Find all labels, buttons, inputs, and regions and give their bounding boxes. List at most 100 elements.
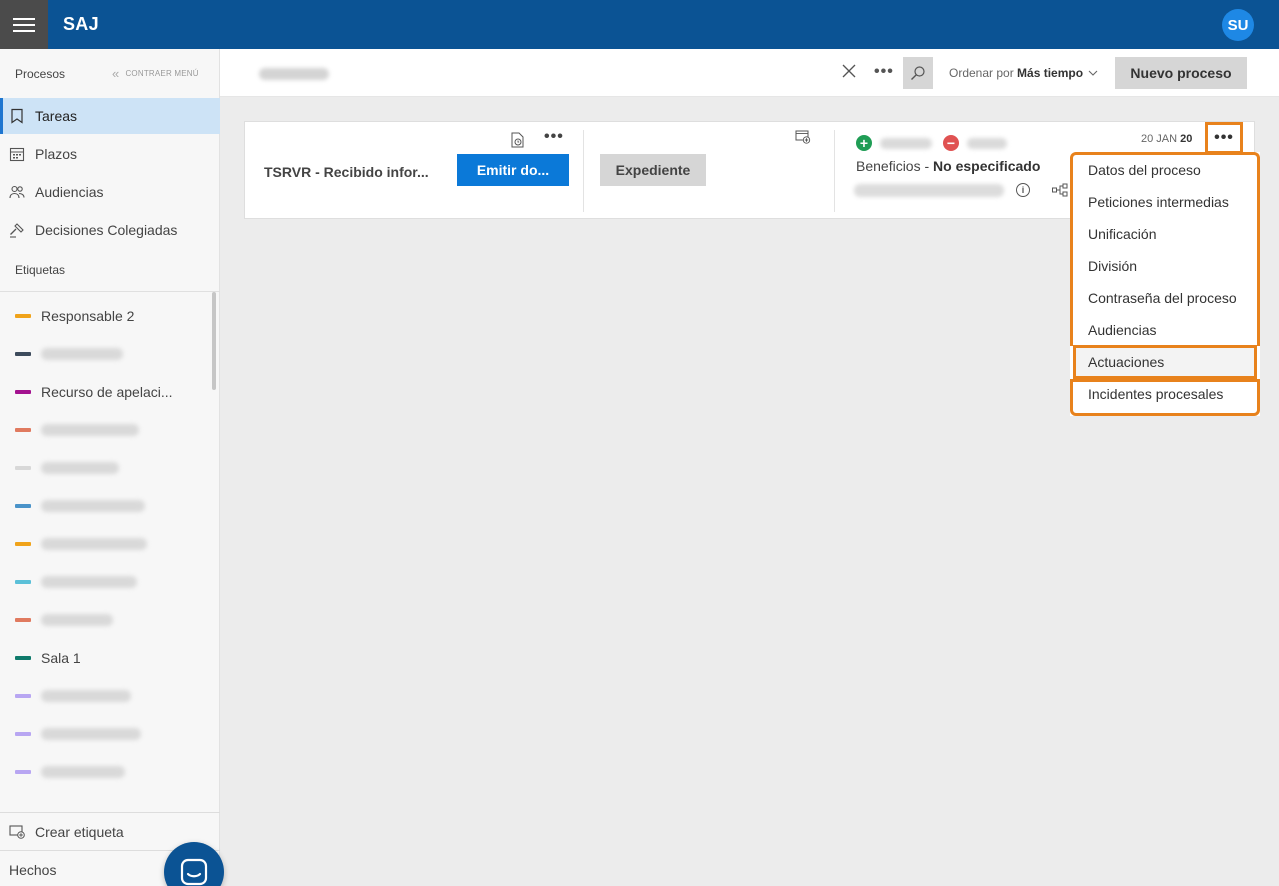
search-input[interactable] [251, 57, 831, 89]
redacted-label [41, 614, 113, 626]
minus-circle-icon[interactable]: − [943, 135, 959, 151]
sidebar-header: Procesos [15, 67, 66, 81]
divider [0, 291, 220, 292]
redacted-label [41, 728, 141, 740]
redacted-label [41, 690, 131, 702]
collapse-menu-label: CONTRAER MENÚ [125, 69, 199, 78]
sidebar-item-tareas[interactable]: Tareas [0, 98, 220, 134]
sidebar-item-label: Plazos [35, 146, 78, 162]
search-button[interactable] [903, 57, 933, 89]
tag-color-swatch [15, 542, 31, 546]
tag-label: Sala 1 [41, 650, 81, 666]
menu-item-incidentes-procesales[interactable]: Incidentes procesales [1088, 386, 1223, 402]
order-by-prefix: Ordenar por [949, 66, 1014, 80]
tag-color-swatch [15, 580, 31, 584]
sidebar: Procesos « CONTRAER MENÚ Tareas Plazos A… [0, 49, 224, 886]
app-title[interactable]: SAJ [63, 14, 99, 35]
avatar[interactable]: SU [1222, 9, 1254, 41]
sidebar-item-plazos[interactable]: Plazos [0, 136, 220, 172]
chat-icon [180, 858, 208, 886]
benefits-value: No especificado [933, 158, 1041, 174]
order-by-dropdown[interactable]: Ordenar por Más tiempo [949, 66, 1098, 80]
more-options-icon[interactable]: ••• [544, 128, 564, 146]
close-icon[interactable] [841, 63, 857, 79]
tag-color-swatch [15, 428, 31, 432]
sidebar-item-label: Audiencias [35, 184, 104, 200]
tag-item[interactable]: Recurso de apelaci... [0, 373, 212, 411]
tag-item[interactable] [0, 715, 212, 753]
card-more-options-button[interactable]: ••• [1205, 122, 1243, 154]
divider [834, 130, 835, 212]
tag-item[interactable] [0, 563, 212, 601]
tag-item[interactable]: Responsable 2 [0, 297, 212, 335]
tag-item[interactable]: Sala 1 [0, 639, 212, 677]
menu-item-contrasena-del-proceso[interactable]: Contraseña del proceso [1088, 290, 1237, 306]
tag-item[interactable] [0, 525, 212, 563]
tag-item[interactable] [0, 487, 212, 525]
hierarchy-icon[interactable] [1052, 182, 1068, 198]
double-chevron-left-icon: « [112, 66, 120, 81]
redacted-label [41, 766, 125, 778]
sidebar-item-decisiones-colegiadas[interactable]: Decisiones Colegiadas [0, 212, 220, 248]
plus-circle-icon[interactable]: + [856, 135, 872, 151]
top-bar: SAJ SU [0, 0, 1279, 49]
gavel-icon [10, 223, 24, 238]
tag-color-swatch [15, 694, 31, 698]
hamburger-icon[interactable] [0, 0, 48, 49]
add-tag-icon [9, 825, 25, 839]
redacted-label [41, 576, 137, 588]
redacted-label [41, 424, 139, 436]
redacted-text [854, 184, 1004, 197]
tag-item[interactable] [0, 335, 212, 373]
tag-item[interactable] [0, 753, 212, 791]
date-day-month: 20 JAN [1141, 133, 1178, 145]
search-icon [911, 66, 925, 80]
redacted-label [41, 500, 145, 512]
tag-label: Recurso de apelaci... [41, 384, 173, 400]
menu-item-unificacion[interactable]: Unificación [1088, 226, 1156, 242]
info-icon[interactable]: i [1016, 183, 1030, 197]
redacted-label [41, 348, 123, 360]
tag-item[interactable] [0, 677, 212, 715]
order-by-value: Más tiempo [1017, 66, 1084, 80]
sidebar-item-hechos[interactable]: Hechos [9, 862, 56, 878]
sidebar-item-label: Decisiones Colegiadas [35, 222, 178, 238]
redacted-text [880, 138, 932, 149]
new-process-button[interactable]: Nuevo proceso [1115, 57, 1247, 89]
redacted-label [41, 462, 119, 474]
sidebar-scrollbar[interactable] [212, 292, 216, 390]
collapse-menu-button[interactable]: « CONTRAER MENÚ [112, 66, 199, 81]
benefits-text: Beneficios - No especificado [856, 158, 1040, 174]
add-window-icon[interactable] [795, 129, 811, 145]
menu-item-audiencias[interactable]: Audiencias [1088, 322, 1157, 338]
menu-item-peticiones-intermedias[interactable]: Peticiones intermedias [1088, 194, 1229, 210]
redacted-text [967, 138, 1007, 149]
tag-color-swatch [15, 390, 31, 394]
tag-item[interactable] [0, 411, 212, 449]
tag-color-swatch [15, 770, 31, 774]
emit-document-button[interactable]: Emitir do... [457, 154, 569, 186]
toolbar: ••• Ordenar por Más tiempo Nuevo proceso [220, 49, 1279, 97]
tag-color-swatch [15, 732, 31, 736]
more-options-icon[interactable]: ••• [874, 63, 894, 81]
date-year: 20 [1180, 133, 1193, 145]
tag-item[interactable] [0, 449, 212, 487]
expediente-button[interactable]: Expediente [600, 154, 706, 186]
menu-item-datos-del-proceso[interactable]: Datos del proceso [1088, 162, 1201, 178]
process-date: 20 JAN 20 [1141, 133, 1192, 145]
tag-color-swatch [15, 352, 31, 356]
tag-color-swatch [15, 504, 31, 508]
tags-list: Responsable 2 Recurso de apelaci... Sala… [0, 297, 212, 807]
document-clock-icon[interactable] [511, 132, 525, 148]
tag-color-swatch [15, 618, 31, 622]
process-title[interactable]: TSRVR - Recibido infor... [264, 164, 429, 180]
tag-item[interactable] [0, 601, 212, 639]
people-icon [9, 185, 25, 199]
redacted-label [41, 538, 147, 550]
search-box [251, 57, 861, 89]
tags-section-title: Etiquetas [15, 263, 66, 277]
menu-highlight-frame [1070, 152, 1260, 346]
sidebar-item-audiencias[interactable]: Audiencias [0, 174, 220, 210]
menu-item-division[interactable]: División [1088, 258, 1137, 274]
menu-item-actuaciones[interactable]: Actuaciones [1088, 354, 1164, 370]
